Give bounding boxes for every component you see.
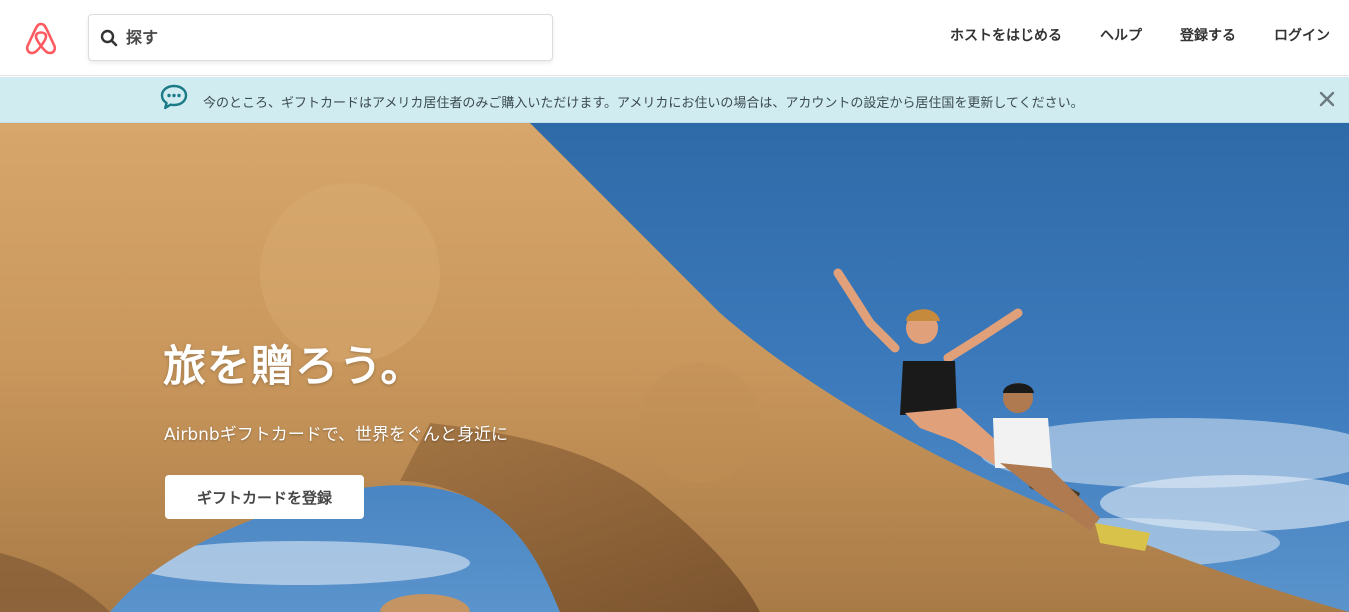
nav-sign-up[interactable]: 登録する xyxy=(1164,25,1252,45)
search-input[interactable] xyxy=(126,22,526,53)
chat-bubble-icon xyxy=(159,83,189,111)
hero-section: 旅を贈ろう。 Airbnbギフトカードで、世界をぐんと身近に ギフトカードを登録 xyxy=(0,123,1349,612)
search-bar[interactable] xyxy=(88,14,553,61)
register-gift-card-button[interactable]: ギフトカードを登録 xyxy=(165,475,364,519)
search-icon xyxy=(100,29,118,47)
hero-title: 旅を贈ろう。 xyxy=(163,342,425,392)
top-header: ホストをはじめる ヘルプ 登録する ログイン xyxy=(0,0,1349,76)
close-icon[interactable] xyxy=(1317,89,1337,109)
notice-banner: 今のところ、ギフトカードはアメリカ居住者のみご購入いただけます。アメリカにお住い… xyxy=(0,77,1349,123)
hero-subtitle: Airbnbギフトカードで、世界をぐんと身近に xyxy=(164,425,509,445)
nav-log-in[interactable]: ログイン xyxy=(1258,25,1346,45)
top-nav: ホストをはじめる ヘルプ 登録する ログイン xyxy=(931,0,1349,70)
airbnb-logo-icon[interactable] xyxy=(24,20,58,56)
banner-message: 今のところ、ギフトカードはアメリカ居住者のみご購入いただけます。アメリカにお住い… xyxy=(203,96,1084,111)
nav-help[interactable]: ヘルプ xyxy=(1084,25,1158,45)
nav-become-host[interactable]: ホストをはじめる xyxy=(934,25,1078,45)
